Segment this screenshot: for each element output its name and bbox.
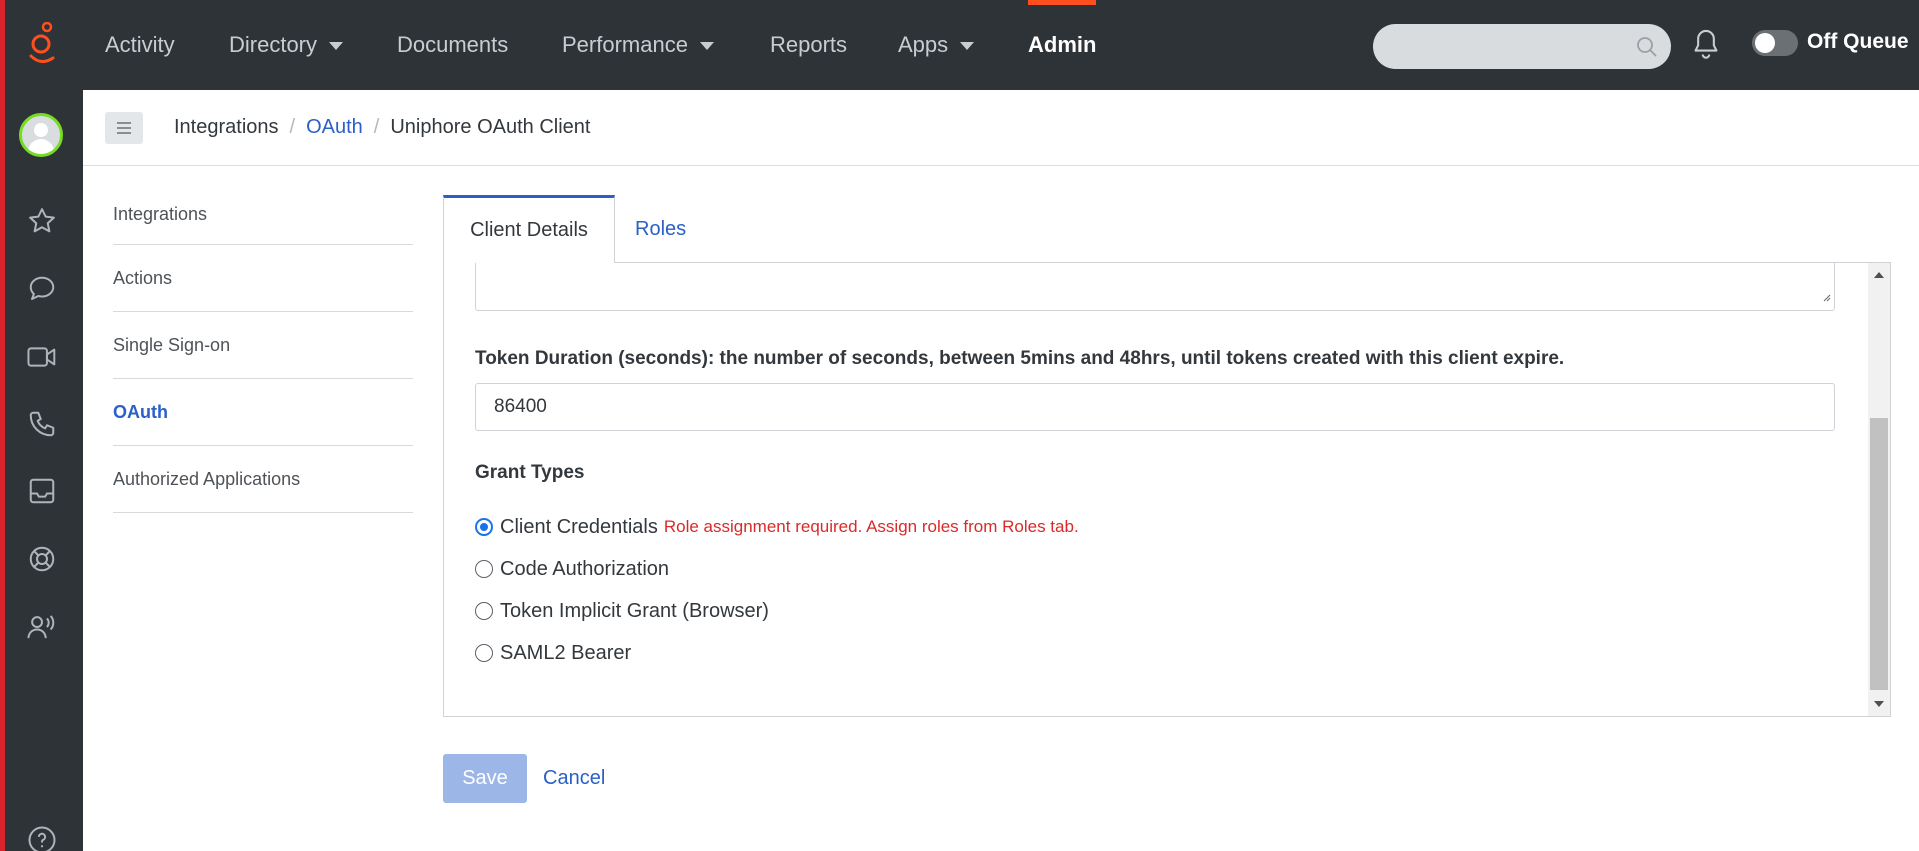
panel-scrollbar[interactable]	[1868, 263, 1890, 716]
phone-icon[interactable]	[25, 407, 59, 441]
scrollbar-thumb[interactable]	[1870, 418, 1888, 690]
queue-toggle[interactable]	[1752, 30, 1798, 56]
nav-admin-label: Admin	[1028, 32, 1097, 57]
grant-option-token-implicit[interactable]: Token Implicit Grant (Browser)	[475, 597, 769, 625]
nav-activity-label: Activity	[105, 32, 175, 57]
role-warning-text: Role assignment required. Assign roles f…	[663, 517, 1079, 536]
token-duration-input[interactable]: 86400	[475, 383, 1835, 431]
nav-activity[interactable]: Activity	[105, 0, 175, 90]
grant-option-label: Code Authorization	[500, 557, 670, 580]
radio-button[interactable]	[475, 602, 493, 620]
favorites-star-icon[interactable]	[25, 204, 59, 238]
nav-documents-label: Documents	[397, 32, 509, 57]
grant-option-saml2-bearer[interactable]: SAML2 Bearer	[475, 639, 631, 667]
breadcrumb-separator: /	[373, 116, 380, 138]
search-icon	[1635, 35, 1659, 64]
subnav-item-actions[interactable]: Actions	[113, 245, 413, 312]
nav-documents[interactable]: Documents	[397, 0, 508, 90]
radio-button[interactable]	[475, 518, 493, 536]
breadcrumb: Integrations / OAuth / Uniphore OAuth Cl…	[174, 116, 590, 139]
grant-option-label: Token Implicit Grant (Browser)	[500, 599, 769, 622]
top-navigation-bar: Activity Directory Documents Performance…	[83, 0, 1919, 90]
grant-option-label: SAML2 Bearer	[500, 641, 632, 664]
help-question-icon[interactable]	[25, 823, 59, 851]
nav-admin[interactable]: Admin	[1028, 0, 1097, 90]
nav-apps[interactable]: Apps	[898, 0, 975, 90]
queue-status-label: Off Queue	[1807, 30, 1909, 53]
inbox-icon[interactable]	[25, 474, 59, 508]
search-input[interactable]	[1373, 24, 1671, 69]
chat-bubble-icon[interactable]	[25, 272, 59, 306]
nav-reports-label: Reports	[770, 32, 848, 57]
grant-types-heading: Grant Types	[475, 462, 585, 483]
chevron-down-icon	[960, 42, 975, 50]
nav-performance-label: Performance	[562, 32, 688, 57]
nav-performance[interactable]: Performance	[562, 0, 714, 90]
window-frame-edge	[0, 0, 5, 851]
left-icon-rail	[5, 0, 83, 851]
radio-button[interactable]	[475, 560, 493, 578]
subnav-item-single-sign-on[interactable]: Single Sign-on	[113, 312, 413, 379]
admin-subnav: Integrations Actions Single Sign-on OAut…	[113, 184, 413, 513]
menu-toggle-button[interactable]	[105, 112, 143, 144]
tab-client-details[interactable]: Client Details	[443, 195, 615, 263]
chevron-down-icon	[329, 42, 344, 50]
toggle-knob	[1755, 33, 1775, 53]
cancel-button[interactable]: Cancel	[543, 754, 605, 803]
resize-grip-icon[interactable]	[1821, 289, 1831, 307]
subnav-item-oauth[interactable]: OAuth	[113, 379, 413, 446]
speaking-person-icon[interactable]	[25, 610, 59, 644]
grant-option-label: Client Credentials	[500, 515, 658, 538]
subnav-item-authorized-applications[interactable]: Authorized Applications	[113, 446, 413, 513]
notifications-bell-icon[interactable]	[1690, 27, 1722, 66]
video-camera-icon[interactable]	[25, 340, 59, 374]
user-avatar[interactable]	[19, 113, 63, 157]
nav-apps-label: Apps	[898, 32, 949, 57]
grant-option-client-credentials[interactable]: Client Credentials Role assignment requi…	[475, 513, 1079, 541]
nav-reports[interactable]: Reports	[770, 0, 847, 90]
breadcrumb-bar: Integrations / OAuth / Uniphore OAuth Cl…	[83, 90, 1919, 166]
client-details-panel: Token Duration (seconds): the number of …	[443, 262, 1891, 717]
chevron-down-icon	[699, 42, 714, 50]
scroll-down-arrow-icon[interactable]	[1874, 701, 1884, 707]
breadcrumb-integrations[interactable]: Integrations	[174, 116, 279, 139]
breadcrumb-separator: /	[289, 116, 296, 138]
description-textarea[interactable]	[475, 263, 1835, 311]
scroll-up-arrow-icon[interactable]	[1874, 272, 1884, 278]
save-button[interactable]: Save	[443, 754, 527, 803]
support-lifebuoy-icon[interactable]	[25, 542, 59, 576]
nav-directory-label: Directory	[229, 32, 318, 57]
breadcrumb-current: Uniphore OAuth Client	[390, 116, 591, 138]
subnav-item-integrations[interactable]: Integrations	[113, 184, 413, 245]
hamburger-icon	[117, 122, 131, 134]
breadcrumb-oauth-link[interactable]: OAuth	[306, 116, 363, 139]
genesys-logo-icon[interactable]	[27, 21, 57, 71]
token-duration-label: Token Duration (seconds): the number of …	[475, 348, 1565, 369]
tab-roles[interactable]: Roles	[635, 195, 686, 263]
grant-option-code-authorization[interactable]: Code Authorization	[475, 555, 669, 583]
radio-button[interactable]	[475, 644, 493, 662]
nav-directory[interactable]: Directory	[229, 0, 344, 90]
